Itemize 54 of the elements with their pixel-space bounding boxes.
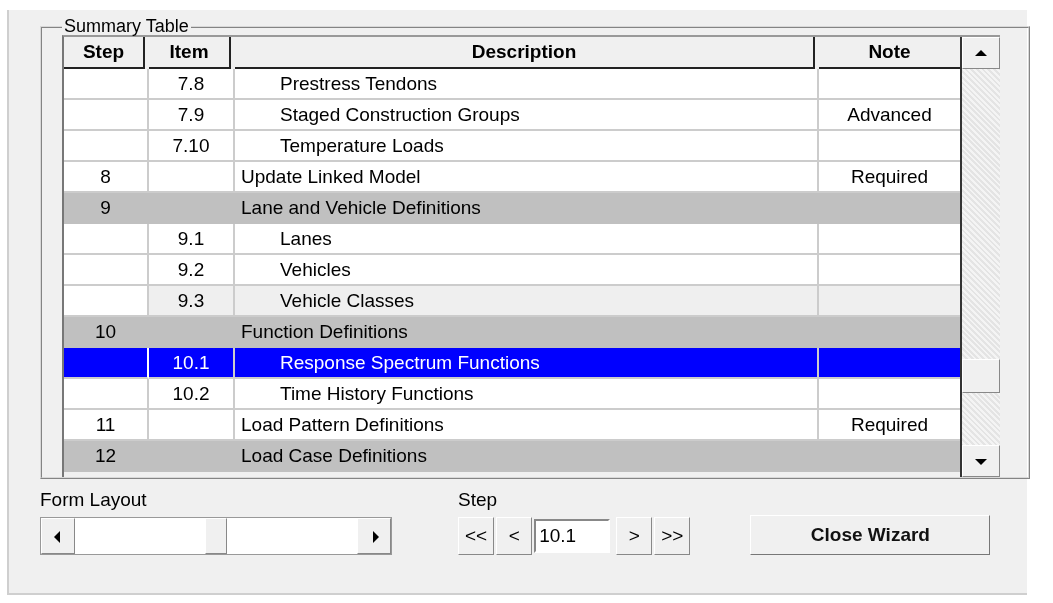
table-cell: 10: [94, 320, 117, 343]
last-button[interactable]: >>: [654, 517, 691, 555]
next-button[interactable]: >: [616, 517, 653, 555]
table-cell: 8: [100, 165, 111, 188]
scrollbar[interactable]: [962, 37, 1000, 477]
field-label: Step: [458, 489, 499, 511]
scroll-right-icon[interactable]: [357, 518, 391, 554]
table-cell: 7.9: [177, 103, 205, 126]
table-cell: Update Linked Model: [241, 165, 421, 188]
column-header[interactable]: Step: [64, 37, 145, 69]
step-field[interactable]: 10.1: [534, 519, 611, 553]
table-cell: Required: [850, 413, 929, 436]
table-row[interactable]: 7.10 Temperature Loads: [64, 131, 960, 162]
column-header[interactable]: Description: [235, 37, 815, 69]
table-cell: 9.1: [177, 227, 205, 250]
table-cell: Required: [850, 165, 929, 188]
table-cell: Load Pattern Definitions: [241, 413, 444, 436]
table-cell: 12: [94, 444, 117, 467]
table-cell: Function Definitions: [241, 320, 408, 343]
table-row[interactable]: 9.1 Lanes: [64, 224, 960, 255]
table-cell: Staged Construction Groups: [280, 103, 520, 126]
table-cell: Lane and Vehicle Definitions: [241, 196, 481, 219]
table-cell: Vehicle Classes: [280, 289, 415, 312]
table-cell: Vehicles: [280, 258, 351, 281]
first-button[interactable]: <<: [458, 517, 495, 555]
table-cell: Lanes: [280, 227, 332, 250]
layout-slider[interactable]: [40, 517, 392, 555]
table-cell: 11: [95, 413, 116, 436]
close-wizard-button[interactable]: Close Wizard: [750, 515, 991, 555]
table-cell: 7.8: [177, 72, 205, 95]
table-cell: 9.2: [177, 258, 205, 281]
column-header[interactable]: Item: [149, 37, 231, 69]
table-cell: 10.1: [172, 351, 210, 374]
slider-thumb[interactable]: [205, 518, 227, 554]
scroll-thumb[interactable]: [962, 359, 1000, 393]
table-cell: Prestress Tendons: [280, 72, 437, 95]
table-cell: 10.2: [172, 382, 210, 405]
scroll-left-icon[interactable]: [41, 518, 75, 554]
table-cell: 9.3: [177, 289, 205, 312]
table-cell: Load Case Definitions: [241, 444, 427, 467]
table-cell: Temperature Loads: [280, 134, 444, 157]
table-row[interactable]: 7.8 Prestress Tendons: [64, 69, 960, 100]
field-label: Form Layout: [40, 489, 148, 511]
table-cell: Response Spectrum Functions: [280, 351, 540, 374]
group-title: Summary Table: [63, 16, 190, 37]
table-row[interactable]: 7.9 Staged Construction Groups Advanced: [64, 100, 960, 131]
previous-button[interactable]: <: [496, 517, 533, 555]
table-cell: Advanced: [847, 103, 932, 126]
table-cell: 7.10: [172, 134, 210, 157]
scroll-up-icon[interactable]: [962, 37, 1000, 69]
scroll-down-icon[interactable]: [962, 445, 1000, 477]
table-cell: Time History Functions: [280, 382, 474, 405]
table-row[interactable]: 10.2 Time History Functions: [64, 379, 960, 410]
table-cell: 9: [100, 196, 111, 219]
